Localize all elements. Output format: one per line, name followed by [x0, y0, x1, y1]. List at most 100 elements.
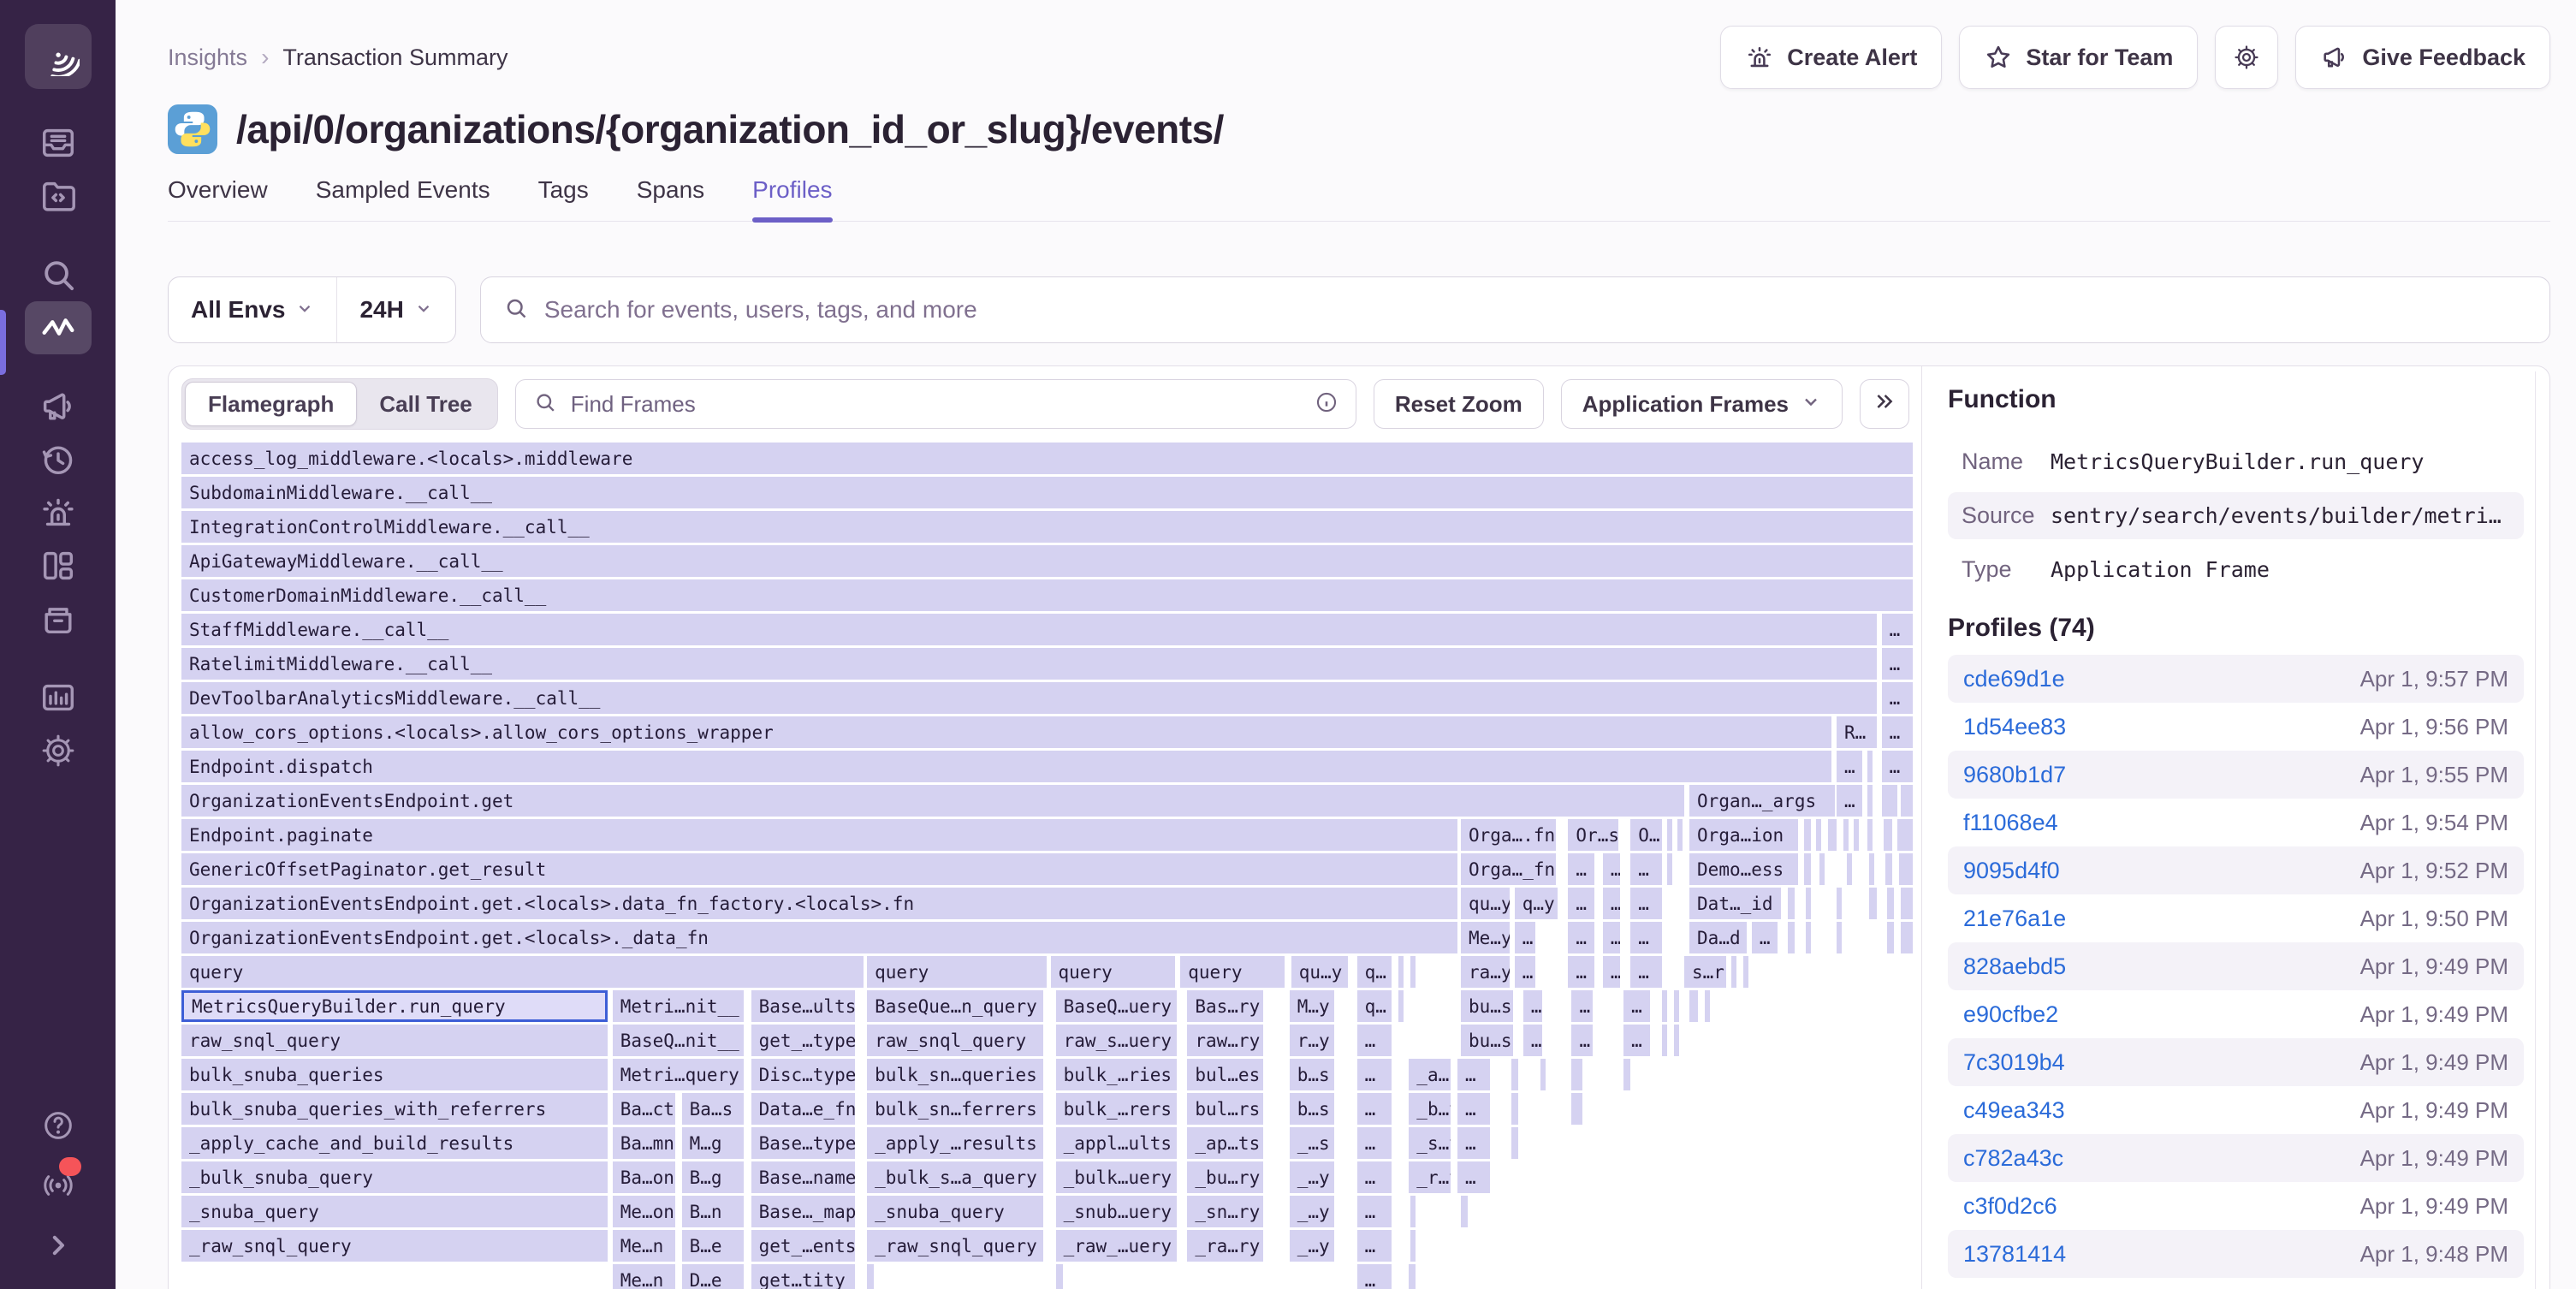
flame-frame[interactable]: bulk_…ries: [1056, 1059, 1178, 1090]
flame-frame[interactable]: …: [1515, 922, 1535, 953]
flame-frame[interactable]: B…e: [682, 1230, 745, 1262]
flame-frame[interactable]: _…y: [1290, 1161, 1335, 1193]
flame-frame[interactable]: query: [867, 956, 1047, 988]
flame-frame[interactable]: [1884, 819, 1892, 851]
flame-frame[interactable]: raw…ry: [1187, 1025, 1263, 1056]
flame-frame[interactable]: …: [1630, 922, 1661, 953]
flame-frame[interactable]: [1409, 1264, 1416, 1289]
flame-frame[interactable]: Ba…on: [613, 1161, 675, 1193]
flame-frame[interactable]: raw_snql_query: [867, 1025, 1043, 1056]
flame-frame[interactable]: bul…es: [1187, 1059, 1263, 1090]
flame-frame[interactable]: Me…n: [613, 1264, 675, 1289]
flame-frame[interactable]: …: [1523, 1025, 1542, 1056]
flame-frame[interactable]: access_log_middleware.<locals>.middlewar…: [181, 443, 1913, 474]
flame-frame[interactable]: [1867, 751, 1873, 782]
flame-frame[interactable]: …: [1457, 1093, 1490, 1125]
find-frames-input[interactable]: [571, 391, 1301, 418]
flame-frame[interactable]: Disc…type: [751, 1059, 855, 1090]
flame-frame[interactable]: OrganizationEventsEndpoint.get.<locals>.…: [181, 888, 1457, 919]
flame-frame[interactable]: [1854, 819, 1859, 851]
breadcrumb-insights[interactable]: Insights: [168, 45, 247, 71]
flame-frame[interactable]: [1887, 888, 1894, 919]
sidebar-item-replays[interactable]: [25, 433, 92, 486]
flame-frame[interactable]: BaseQ…uery: [1056, 990, 1178, 1022]
flame-frame[interactable]: allow_cors_options.<locals>.allow_cors_o…: [181, 716, 1831, 748]
flame-frame[interactable]: …: [1457, 1059, 1490, 1090]
flame-frame[interactable]: Metri…query: [613, 1059, 745, 1090]
flame-frame[interactable]: [1410, 956, 1416, 988]
flame-frame[interactable]: bul…rs: [1187, 1093, 1263, 1125]
sidebar-item-stats[interactable]: [25, 671, 92, 724]
flame-frame[interactable]: …: [1523, 990, 1542, 1022]
sidebar-item-issues[interactable]: [25, 116, 92, 169]
create-alert-button[interactable]: Create Alert: [1720, 26, 1942, 89]
flame-frame[interactable]: _apply_cache_and_build_results: [181, 1127, 608, 1159]
profile-link[interactable]: 1d54ee83: [1963, 714, 2066, 740]
flame-frame[interactable]: [1867, 785, 1873, 817]
flame-frame[interactable]: …: [1603, 922, 1620, 953]
flame-frame[interactable]: …: [1882, 614, 1913, 645]
flame-frame[interactable]: _bulk_s…a_query: [867, 1161, 1043, 1193]
flame-frame[interactable]: B…n: [682, 1196, 745, 1227]
flame-frame[interactable]: …: [1568, 853, 1594, 885]
flame-frame[interactable]: …: [1603, 956, 1620, 988]
flame-frame[interactable]: …: [1603, 888, 1620, 919]
flame-frame[interactable]: b…s: [1290, 1093, 1335, 1125]
flame-frame[interactable]: [1674, 1025, 1679, 1056]
flame-frame[interactable]: …: [1882, 648, 1913, 680]
flame-frame[interactable]: Data…e_fn: [751, 1093, 855, 1125]
flame-frame[interactable]: get…tity: [751, 1264, 855, 1289]
flame-frame[interactable]: [1806, 888, 1811, 919]
flame-frame[interactable]: Orga…ion: [1689, 819, 1798, 851]
flame-frame[interactable]: …: [1357, 1264, 1392, 1289]
flame-frame[interactable]: [1674, 990, 1679, 1022]
flame-frame[interactable]: _snuba_query: [181, 1196, 608, 1227]
flame-frame[interactable]: [1847, 853, 1852, 885]
flame-frame[interactable]: [867, 1264, 874, 1289]
profile-link[interactable]: e90cfbe2: [1963, 1001, 2058, 1028]
give-feedback-button[interactable]: Give Feedback: [2295, 26, 2550, 89]
flame-frame[interactable]: [1882, 785, 1897, 817]
flame-frame[interactable]: bulk_sn…queries: [867, 1059, 1043, 1090]
flame-frame[interactable]: q…y: [1515, 888, 1558, 919]
flame-frame[interactable]: D…e: [682, 1264, 745, 1289]
flame-frame[interactable]: qu…y: [1291, 956, 1349, 988]
flame-frame[interactable]: r…y: [1290, 1025, 1335, 1056]
flame-frame[interactable]: [1705, 990, 1710, 1022]
tab-tags[interactable]: Tags: [538, 176, 589, 221]
flame-frame[interactable]: bulk_snuba_queries: [181, 1059, 608, 1090]
flame-frame[interactable]: [1731, 956, 1736, 988]
flame-frame[interactable]: _…y: [1290, 1196, 1335, 1227]
flame-frame[interactable]: Ba…ct: [613, 1093, 675, 1125]
sidebar-item-profiling[interactable]: [25, 301, 92, 354]
flame-frame[interactable]: …: [1837, 785, 1862, 817]
flame-frame[interactable]: B…g: [682, 1161, 745, 1193]
flame-frame[interactable]: …: [1357, 1025, 1392, 1056]
flame-frame[interactable]: CustomerDomainMiddleware.__call__: [181, 579, 1913, 611]
flame-frame[interactable]: q…: [1357, 956, 1392, 988]
flame-frame[interactable]: …: [1357, 1161, 1392, 1193]
flame-frame[interactable]: [1511, 1127, 1518, 1159]
flame-frame[interactable]: …: [1882, 716, 1913, 748]
flame-frame[interactable]: query: [1180, 956, 1284, 988]
flame-frame[interactable]: M…y: [1290, 990, 1335, 1022]
flame-frame[interactable]: _apply_…results: [867, 1127, 1043, 1159]
flame-frame[interactable]: [1056, 1264, 1063, 1289]
profile-link[interactable]: c3f0d2c6: [1963, 1193, 2057, 1220]
flame-frame[interactable]: Me…y: [1461, 922, 1510, 953]
flame-frame[interactable]: SubdomainMiddleware.__call__: [181, 477, 1913, 508]
flame-frame[interactable]: bulk_sn…ferrers: [867, 1093, 1043, 1125]
flame-frame[interactable]: OrganizationEventsEndpoint.get.<locals>.…: [181, 922, 1457, 953]
flame-frame-selected[interactable]: MetricsQueryBuilder.run_query: [181, 990, 608, 1022]
flame-frame[interactable]: query: [1051, 956, 1176, 988]
flame-frame[interactable]: _raw_snql_query: [181, 1230, 608, 1262]
flame-frame[interactable]: b…s: [1290, 1059, 1335, 1090]
tab-overview[interactable]: Overview: [168, 176, 268, 221]
flame-frame[interactable]: Or…s: [1568, 819, 1618, 851]
flame-frame[interactable]: query: [181, 956, 864, 988]
flame-frame[interactable]: _ap…ts: [1187, 1127, 1263, 1159]
flame-frame[interactable]: Demo…ess: [1689, 853, 1798, 885]
flame-frame[interactable]: [1667, 819, 1672, 851]
sidebar-item-home[interactable]: [25, 24, 92, 89]
flame-frame[interactable]: _ra…ry: [1187, 1230, 1263, 1262]
